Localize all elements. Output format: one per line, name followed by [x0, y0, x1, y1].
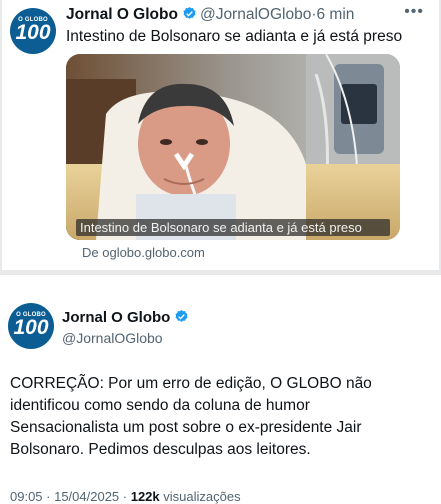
author-name[interactable]: Jornal O Globo — [66, 6, 178, 23]
author-handle[interactable]: @JornalOGlobo — [62, 330, 163, 346]
timestamp[interactable]: 6 min — [317, 6, 355, 23]
tweet-text: Intestino de Bolsonaro se adianta e já e… — [66, 28, 403, 45]
hospital-photo — [66, 54, 400, 240]
tweet-text-line: Sensacionalista um post sobre o ex-presi… — [10, 419, 362, 436]
author-handle[interactable]: @JornalOGlobo — [200, 6, 311, 23]
tweet-text-line: identificou como sendo da coluna de humo… — [10, 397, 310, 414]
more-options-icon[interactable]: ••• — [404, 3, 424, 21]
tweet-meta: 09:05 · 15/04/2025 · 122k visualizações — [10, 489, 241, 504]
tweet-media[interactable]: Intestino de Bolsonaro se adianta e já e… — [66, 54, 400, 240]
media-caption: Intestino de Bolsonaro se adianta e já e… — [76, 219, 390, 236]
verified-badge-icon — [175, 309, 188, 322]
tweet-header: Jornal O Globo @JornalOGlobo·6 min ••• — [66, 3, 434, 28]
tweet-card-1[interactable]: O GLOBO 100 Jornal O Globo @JornalOGlobo… — [2, 0, 439, 270]
avatar-text-number: 100 — [15, 21, 51, 44]
view-count: 122k — [130, 489, 160, 504]
avatar[interactable]: O GLOBO 100 — [8, 303, 54, 349]
view-count-label: visualizações — [163, 489, 241, 504]
tweet-text-line: Bolsonaro. Pedimos desculpas aos leitore… — [10, 441, 311, 458]
tweet-text-line: CORREÇÃO: Por um erro de edição, O GLOBO… — [10, 375, 372, 392]
meta-time[interactable]: 09:05 · 15/04/2025 · — [10, 489, 127, 504]
tweet-text: CORREÇÃO: Por um erro de edição, O GLOBO… — [10, 373, 430, 461]
avatar-text-number: 100 — [13, 316, 49, 339]
link-source[interactable]: De oglobo.globo.com — [82, 245, 205, 260]
tweet-card-2[interactable]: O GLOBO 100 Jornal O Globo @JornalOGlobo… — [0, 275, 441, 504]
verified-badge-icon — [183, 6, 196, 19]
avatar[interactable]: O GLOBO 100 — [10, 8, 56, 54]
author-name-row: Jornal O Globo — [62, 309, 192, 326]
author-name[interactable]: Jornal O Globo — [62, 309, 170, 326]
